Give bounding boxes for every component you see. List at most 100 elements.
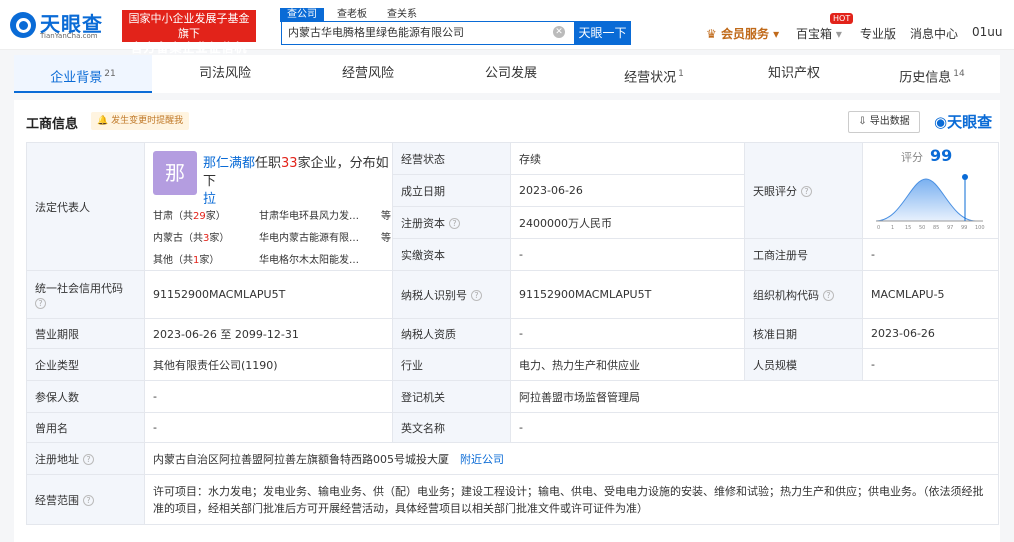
paid-label: 实缴资本	[392, 238, 511, 271]
tab-development[interactable]: 公司发展	[438, 55, 584, 93]
score-tick-label: 0	[877, 225, 881, 231]
nearby-companies-link[interactable]: 附近公司	[460, 453, 504, 466]
help-icon[interactable]: ?	[83, 495, 94, 506]
export-icon: ⇩	[858, 116, 870, 127]
vip-label: 会员服务	[720, 27, 769, 41]
legal-count: 33	[281, 156, 298, 171]
region-name: 其他	[153, 255, 173, 266]
region-more: 等	[381, 233, 391, 244]
tab-label: 经营状况	[624, 70, 677, 86]
brand-icon: ◉	[934, 113, 948, 131]
region-row[interactable]: 内蒙古（共3家） 华电内蒙古能源有限… 等	[153, 229, 391, 244]
logo[interactable]: 天眼查 TianYanCha.com	[10, 8, 118, 42]
chevron-down-icon: ▾	[835, 27, 842, 41]
gov-badge[interactable]: 国家中小企业发展子基金旗下 官方备案企业征信机构	[122, 10, 256, 70]
gov-line1: 国家中小企业发展子基金旗下	[128, 12, 250, 40]
industry-label: 行业	[392, 348, 511, 381]
tab-count: 14	[953, 69, 965, 79]
taxq-value: -	[510, 318, 745, 349]
tab-history[interactable]: 历史信息 14	[864, 55, 1000, 93]
staff-label: 人员规模	[744, 348, 863, 381]
tab-operation[interactable]: 经营状况 1	[584, 55, 724, 93]
tab-legal-risk[interactable]: 司法风险	[152, 55, 298, 93]
export-button[interactable]: ⇩ 导出数据	[848, 111, 920, 133]
credit-label-text: 统一社会信用代码	[35, 282, 123, 295]
region-more: 等	[381, 211, 391, 222]
search-input[interactable]: 内蒙古华电腾格里绿色能源有限公司	[281, 21, 575, 45]
help-icon[interactable]: ?	[471, 290, 482, 301]
tab-label: 企业背景	[50, 70, 103, 86]
help-icon[interactable]: ?	[83, 454, 94, 465]
search-button[interactable]: 天眼一下	[574, 21, 631, 45]
help-icon[interactable]: ?	[449, 218, 460, 229]
industry-value: 电力、热力生产和供应业	[510, 348, 745, 381]
type-value: 其他有限责任公司(1190)	[144, 348, 393, 381]
insured-value: -	[144, 380, 393, 413]
top-bar: 天眼查 TianYanCha.com 国家中小企业发展子基金旗下 官方备案企业征…	[0, 0, 1014, 70]
scope-label-text: 经营范围	[35, 493, 79, 507]
search-tabs: 查公司 查老板 查关系	[280, 6, 430, 22]
legal-rep-cell: 那 那仁满都任职33家企业，分布如下拉 甘肃（共29家） 甘肃华电环县风力发… 等 …	[144, 142, 393, 271]
tab-ip[interactable]: 知识产权	[724, 55, 864, 93]
tax-label: 纳税人识别号?	[392, 270, 511, 319]
change-notice-button[interactable]: 🔔 发生变更时提醒我	[91, 112, 190, 130]
score-tick-label: 1	[891, 225, 895, 231]
authority-value: 阿拉善盟市场监督管理局	[510, 380, 999, 413]
search-tab-boss[interactable]: 查老板	[330, 8, 374, 22]
pro-link[interactable]: 专业版	[860, 25, 896, 42]
legal-rep-name-tail[interactable]: 拉	[203, 192, 216, 207]
reg-no-label: 工商注册号	[744, 238, 863, 271]
baobao-menu[interactable]: 百宝箱 ▾	[796, 25, 842, 42]
tab-background[interactable]: 企业背景 21	[14, 55, 152, 93]
clear-icon[interactable]: ✕	[553, 26, 565, 38]
score-tick-label: 85	[933, 225, 940, 231]
region-count: 29	[193, 211, 206, 222]
score-tick-label: 50	[919, 225, 926, 231]
tab-label: 知识产权	[767, 66, 820, 81]
paid-value: -	[510, 238, 745, 271]
legal-rep-name[interactable]: 那仁满都	[203, 156, 255, 171]
search-tab-relation[interactable]: 查关系	[380, 8, 424, 22]
score-marker	[962, 174, 968, 180]
tab-business-risk[interactable]: 经营风险	[298, 55, 438, 93]
message-center[interactable]: 消息中心	[910, 25, 958, 42]
tax-label-text: 纳税人识别号	[401, 288, 467, 302]
legal-rep-label: 法定代表人	[26, 142, 145, 271]
region-name: 甘肃	[153, 211, 173, 222]
org-label: 组织机构代码?	[744, 270, 863, 319]
vip-service[interactable]: ♛ 会员服务 ▾	[706, 25, 779, 42]
approve-label: 核准日期	[744, 318, 863, 349]
insured-label: 参保人数	[26, 380, 145, 413]
score-tick-label: 100	[975, 225, 985, 231]
notice-label: 发生变更时提醒我	[111, 116, 184, 126]
capital-label-text: 注册资本	[401, 216, 445, 230]
region-count: 3	[203, 233, 210, 244]
search-tab-company[interactable]: 查公司	[280, 8, 324, 22]
tab-count: 21	[104, 69, 116, 79]
former-name-label: 曾用名	[26, 412, 145, 443]
score-chart	[875, 174, 983, 222]
logo-icon	[10, 12, 36, 38]
help-icon[interactable]: ?	[823, 290, 834, 301]
section-title: 工商信息	[26, 117, 79, 132]
region-company: 甘肃华电环县风力发…	[259, 211, 359, 222]
region-row[interactable]: 甘肃（共29家） 甘肃华电环县风力发… 等	[153, 207, 391, 222]
tab-label: 历史信息	[899, 70, 952, 86]
approve-value: 2023-06-26	[862, 318, 999, 349]
score-title: 评分	[901, 151, 923, 164]
business-info-panel: 工商信息 🔔 发生变更时提醒我 ⇩ 导出数据 ◉天眼查 法定代表人 那 那仁满都…	[14, 100, 1000, 542]
org-value: MACMLAPU-5	[862, 270, 999, 319]
main-tabs: 企业背景 21 司法风险 经营风险 公司发展 经营状况 1 知识产权 历史信息 14	[14, 55, 1000, 93]
score-tick-label: 97	[947, 225, 954, 231]
avatar[interactable]: 那	[153, 151, 197, 195]
address-value: 内蒙古自治区阿拉善盟阿拉善左旗额鲁特西路005号城投大厦	[153, 452, 449, 466]
help-icon[interactable]: ?	[801, 186, 812, 197]
scope-label: 经营范围?	[26, 474, 145, 525]
region-count: 1	[193, 255, 200, 266]
english-name-label: 英文名称	[392, 412, 511, 443]
region-row[interactable]: 其他（共1家） 华电格尔木太阳能发…	[153, 251, 359, 266]
credit-label: 统一社会信用代码?	[26, 270, 145, 319]
user-menu[interactable]: 01uu	[972, 25, 1002, 39]
credit-value: 91152900MACMLAPU5T	[144, 270, 393, 319]
help-icon[interactable]: ?	[35, 297, 46, 309]
